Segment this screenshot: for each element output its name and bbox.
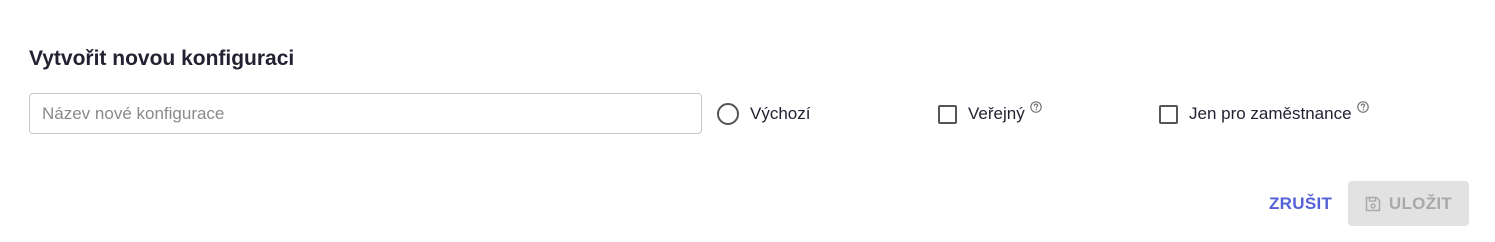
default-label: Výchozí	[750, 104, 811, 123]
help-circle-icon[interactable]	[1029, 101, 1042, 113]
employees-only-label: Jen pro zaměstnance	[1189, 104, 1352, 123]
public-checkbox[interactable]	[938, 104, 957, 124]
default-radio-option[interactable]: Výchozí	[717, 100, 810, 128]
help-circle-icon[interactable]	[1356, 101, 1369, 113]
public-label: Veřejný	[968, 104, 1025, 123]
public-checkbox-option[interactable]: Veřejný	[938, 100, 1042, 128]
employees-only-checkbox[interactable]	[1159, 104, 1178, 124]
employees-only-checkbox-option[interactable]: Jen pro zaměstnance	[1159, 100, 1369, 128]
cancel-button[interactable]: ZRUŠIT	[1258, 182, 1343, 226]
create-configuration-form: Vytvořit novou konfiguraci Výchozí Veřej…	[0, 0, 1495, 242]
save-label: ULOŽIT	[1388, 193, 1453, 213]
floppy-disk-icon	[1365, 196, 1381, 212]
form-title: Vytvořit novou konfiguraci	[29, 47, 295, 70]
save-button[interactable]: ULOŽIT	[1348, 181, 1469, 226]
default-radio[interactable]	[717, 103, 739, 125]
configuration-name-input[interactable]	[29, 93, 702, 134]
